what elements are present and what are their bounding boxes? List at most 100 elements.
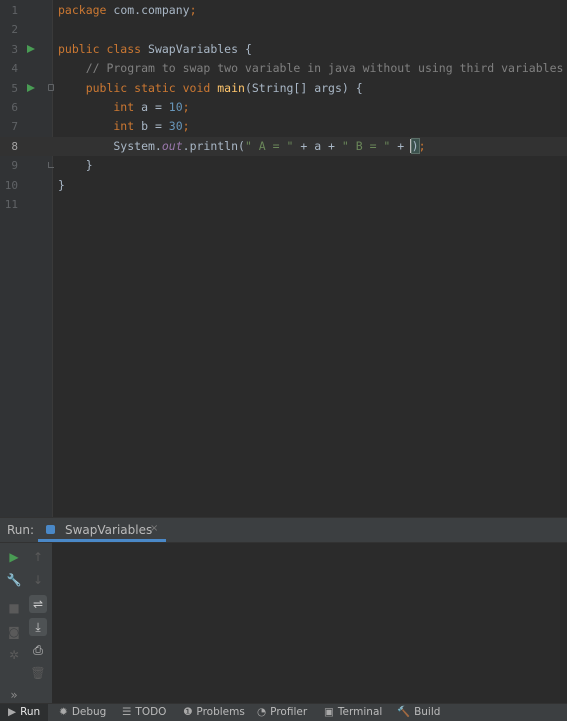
tool-window-label: TODO (135, 706, 167, 718)
code-line[interactable]: 6 int a = 10; (0, 98, 567, 117)
code-token: int (58, 100, 142, 114)
code-text[interactable]: System.out.println(" A = " + a + " B = "… (58, 137, 426, 156)
scroll-to-end-icon[interactable]: ⤓ (29, 618, 47, 636)
code-token: public static void (58, 80, 218, 95)
code-token: + (390, 138, 412, 153)
code-line[interactable]: 11 (0, 195, 567, 214)
fold-icon[interactable] (48, 83, 54, 91)
line-number[interactable]: 9 (0, 156, 18, 175)
problems-icon: ❶ (183, 706, 193, 718)
wrench-icon[interactable]: 🔧 (5, 571, 23, 589)
code-token: ) (410, 137, 420, 154)
line-number[interactable]: 3 (0, 40, 18, 59)
scroll-down-icon[interactable]: ↓ (29, 571, 47, 589)
tool-window-problems[interactable]: ❶ Problems (183, 704, 245, 721)
tool-window-label: Run (20, 706, 41, 718)
rerun-icon[interactable]: ▶ (5, 548, 23, 566)
code-token: + a + (293, 138, 342, 153)
line-number[interactable]: 4 (0, 59, 18, 78)
close-tab-icon[interactable]: × (150, 523, 158, 534)
run-icon: ▶ (8, 706, 17, 718)
terminal-icon: ▣ (324, 706, 334, 718)
code-token: ; (189, 3, 197, 17)
run-gutter-icon[interactable] (27, 44, 35, 53)
code-line[interactable]: 7 int b = 30; (0, 117, 567, 136)
code-editor[interactable]: 1 package com.company; 2 3 public class Swap… (0, 0, 567, 517)
line-number[interactable]: 6 (0, 98, 18, 117)
code-text[interactable]: } (58, 156, 93, 175)
code-token: " B = " (341, 138, 391, 153)
code-line[interactable]: 10} (0, 176, 567, 195)
code-text[interactable]: // Program to swap two variable in java … (58, 59, 564, 78)
code-token: } (58, 158, 93, 173)
run-gutter-icon[interactable] (27, 83, 35, 92)
code-token: .println( (182, 138, 245, 153)
code-token: 10 (168, 100, 183, 114)
tool-window-todo[interactable]: ☰ TODO (122, 704, 166, 721)
tool-window-bar: ▶ Run ✹ Debug ☰ TODO ❶ Problems ◔ Profiler ▣ Termin… (0, 703, 567, 721)
build-icon: 🔨 (397, 706, 411, 718)
line-number[interactable]: 2 (0, 20, 18, 39)
tool-window-label: Profiler (270, 706, 308, 718)
code-token: 30 (168, 119, 183, 134)
code-line[interactable]: 4 // Program to swap two variable in jav… (0, 59, 567, 78)
code-line[interactable]: 8 System.out.println(" A = " + a + " B =… (0, 136, 567, 156)
code-line[interactable]: 9 } (0, 156, 567, 175)
line-number[interactable]: 8 (0, 137, 18, 156)
code-token: a = (141, 100, 169, 114)
todo-icon: ☰ (122, 706, 132, 718)
print-icon[interactable]: ⎙ (29, 641, 47, 659)
code-token: (String[] args) { (244, 80, 363, 95)
code-token: out (161, 138, 183, 153)
code-text[interactable]: } (58, 176, 65, 195)
camera-icon[interactable]: ◙ (5, 623, 23, 641)
tool-window-label: Terminal (337, 706, 383, 718)
scroll-up-icon[interactable]: ↑ (29, 548, 47, 566)
code-line[interactable]: 1 package com.company; (0, 1, 567, 20)
code-text[interactable]: public class SwapVariables { (58, 40, 252, 59)
code-token: ; (418, 138, 426, 153)
code-line[interactable]: 2 (0, 20, 567, 39)
code-line[interactable]: 5 public static void main(String[] args)… (0, 79, 567, 98)
code-token: " A = " (244, 138, 294, 153)
tool-window-debug[interactable]: ✹ Debug (59, 704, 106, 721)
code-text[interactable]: package com.company; (58, 1, 197, 20)
tool-window-label: Debug (71, 706, 107, 718)
run-tab-label: SwapVariables (65, 523, 153, 537)
tool-window-profiler[interactable]: ◔ Profiler (257, 704, 307, 721)
run-tool-window: Run: SwapVariables × ▶ ↑ 🔧 ↓ ■ ⇌ ◙ ⤓ ✲ ⎙ 🗑 » (0, 517, 567, 704)
line-number[interactable]: 7 (0, 117, 18, 136)
run-config-icon (46, 525, 55, 534)
code-token: com.company (113, 3, 190, 17)
tool-window-label: Build (414, 706, 441, 718)
code-token: ; (182, 100, 190, 114)
code-token: public class (58, 41, 149, 56)
code-text[interactable]: public static void main(String[] args) { (58, 79, 363, 98)
run-tab-swapvariables[interactable]: SwapVariables × (38, 518, 166, 542)
line-number[interactable]: 10 (0, 176, 18, 195)
code-token: int (58, 119, 142, 134)
fold-end-icon[interactable] (48, 162, 54, 169)
code-line[interactable]: 3 public class SwapVariables { (0, 40, 567, 59)
more-icon[interactable]: » (5, 686, 23, 704)
tool-window-terminal[interactable]: ▣ Terminal (324, 704, 382, 721)
code-token: main (217, 80, 245, 95)
stop-icon[interactable]: ■ (5, 599, 23, 617)
line-number[interactable]: 1 (0, 1, 18, 20)
code-text[interactable]: int b = 30; (58, 117, 190, 136)
tool-window-run[interactable]: ▶ Run (0, 704, 49, 721)
line-number[interactable]: 11 (0, 195, 18, 214)
debug-icon: ✹ (59, 706, 68, 718)
soft-wrap-icon[interactable]: ⇌ (29, 595, 47, 613)
code-token: package (58, 3, 114, 17)
code-text[interactable]: int a = 10; (58, 98, 190, 117)
run-console-output[interactable] (53, 543, 567, 704)
code-token: ; (182, 119, 190, 134)
code-token: SwapVariables { (148, 41, 252, 56)
bug-disabled-icon[interactable]: ✲ (5, 646, 23, 664)
code-token: b = (141, 119, 169, 134)
tool-window-label: Problems (196, 706, 245, 718)
line-number[interactable]: 5 (0, 79, 18, 98)
tool-window-build[interactable]: 🔨 Build (397, 704, 440, 721)
trash-icon[interactable]: 🗑 (29, 664, 47, 682)
